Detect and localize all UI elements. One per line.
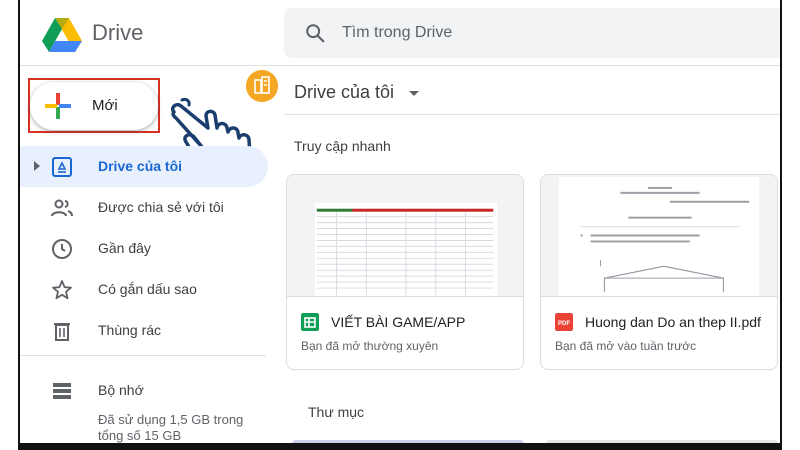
sidebar-item-my-drive[interactable]: Drive của tôi xyxy=(20,146,268,187)
page-title[interactable]: Drive của tôi xyxy=(294,82,420,103)
sheets-icon xyxy=(301,313,319,331)
my-drive-icon xyxy=(52,157,72,177)
file-card[interactable]: PDF Huong dan Do an thep II.pdf Bạn đã m… xyxy=(540,174,778,370)
file-meta: Bạn đã mở vào tuần trước xyxy=(555,339,697,353)
storage-icon xyxy=(53,383,71,399)
new-button-label: Mới xyxy=(92,97,118,114)
sidebar-divider xyxy=(20,355,266,356)
pdf-icon: PDF xyxy=(555,313,573,331)
header: Drive Tìm trong Drive xyxy=(20,0,780,66)
file-name: VIẾT BÀI GAME/APP xyxy=(331,314,466,330)
file-meta: Bạn đã mở thường xuyên xyxy=(301,339,439,353)
plus-icon xyxy=(45,93,71,119)
file-thumbnail xyxy=(287,175,523,297)
trash-icon xyxy=(54,323,70,341)
brand-name: Drive xyxy=(92,20,144,45)
sidebar-item-recent[interactable]: Gần đây xyxy=(20,228,268,269)
sidebar-item-label: Được chia sẻ với tôi xyxy=(98,199,224,215)
drive-logo-icon[interactable] xyxy=(42,18,82,52)
search-bar[interactable]: Tìm trong Drive xyxy=(284,8,780,58)
search-input[interactable]: Tìm trong Drive xyxy=(342,24,452,42)
sidebar-item-label: Gần đây xyxy=(98,240,151,256)
clock-icon xyxy=(52,239,72,259)
chevron-down-icon[interactable] xyxy=(409,90,420,96)
svg-text:PDF: PDF xyxy=(558,321,570,327)
sidebar-item-storage[interactable]: Bộ nhớ xyxy=(20,370,268,400)
search-icon[interactable] xyxy=(304,22,326,44)
sidebar-item-label: Có gắn dấu sao xyxy=(98,281,197,297)
storage-label: Bộ nhớ xyxy=(98,382,144,398)
drive-window: Drive Tìm trong Drive Mới Drive của tôi … xyxy=(18,0,782,450)
new-button[interactable]: Mới xyxy=(30,82,158,130)
sidebar-item-trash[interactable]: Thùng rác xyxy=(20,310,268,351)
shared-people-icon xyxy=(51,199,73,217)
storage-usage-text: Đã sử dụng 1,5 GB trong tổng số 15 GB xyxy=(98,412,244,443)
folders-heading: Thư mục xyxy=(308,404,365,420)
file-thumbnail xyxy=(541,175,777,297)
sidebar-item-starred[interactable]: Có gắn dấu sao xyxy=(20,269,268,310)
expand-caret-icon[interactable] xyxy=(34,161,40,171)
window-bottom-border xyxy=(18,443,782,450)
quick-access-heading: Truy cập nhanh xyxy=(294,138,391,154)
sidebar-nav: Drive của tôi Được chia sẻ với tôi Gần đ… xyxy=(20,146,268,351)
page-title-text: Drive của tôi xyxy=(294,82,395,102)
star-icon xyxy=(52,280,72,300)
sidebar-item-shared[interactable]: Được chia sẻ với tôi xyxy=(20,187,268,228)
sidebar-item-label: Thùng rác xyxy=(98,322,162,338)
sidebar-item-label: Drive của tôi xyxy=(98,158,183,174)
main-divider xyxy=(284,114,780,115)
file-card[interactable]: VIẾT BÀI GAME/APP Bạn đã mở thường xuyên xyxy=(286,174,524,370)
file-name: Huong dan Do an thep II.pdf xyxy=(585,314,761,330)
